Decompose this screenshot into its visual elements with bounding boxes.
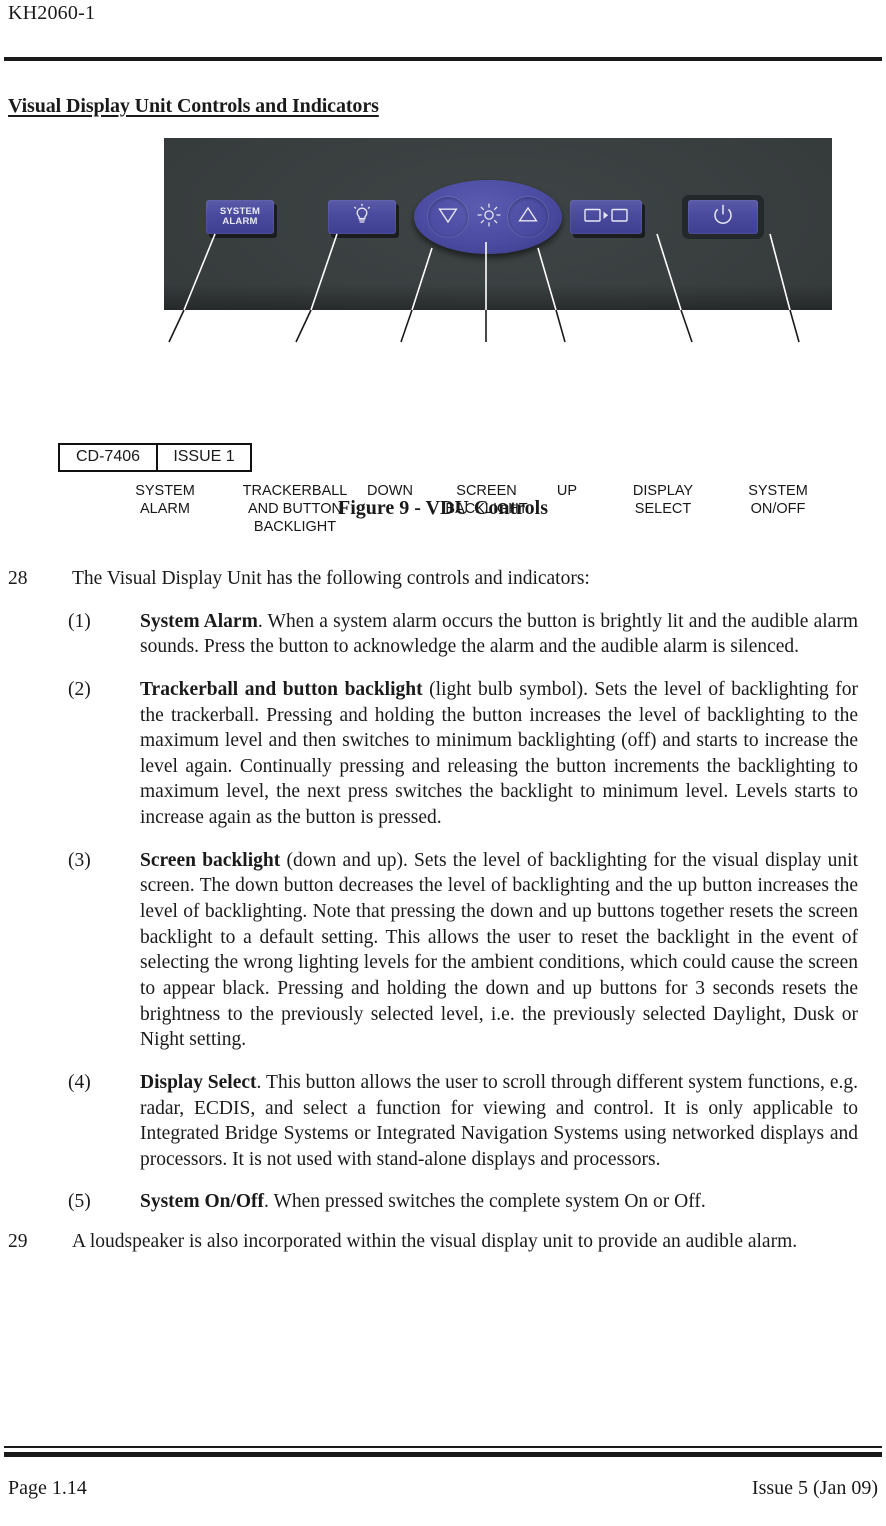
document-page: KH2060-1 Visual Display Unit Controls an… <box>0 0 886 1526</box>
paragraph-28-text: The Visual Display Unit has the followin… <box>72 568 590 589</box>
list-item-1-text: System Alarm. When a system alarm occurs… <box>140 609 886 660</box>
list-item-5-body: . When pressed switches the complete sys… <box>264 1191 706 1213</box>
drawing-reference-box: CD-7406 ISSUE 1 <box>58 443 252 472</box>
system-alarm-label-line2: ALARM <box>222 216 258 227</box>
list-item-1: (1) System Alarm. When a system alarm oc… <box>0 609 886 660</box>
document-reference: KH2060-1 <box>8 2 96 24</box>
paragraph-28: 28 The Visual Display Unit has the follo… <box>0 566 886 592</box>
list-item-2-term: Trackerball and button backlight <box>140 678 423 700</box>
list-item-5-term: System On/Off <box>140 1191 265 1213</box>
light-bulb-icon <box>352 203 372 232</box>
list-item-5: (5) System On/Off. When pressed switches… <box>0 1189 886 1215</box>
footer-page-number: Page 1.14 <box>8 1477 87 1499</box>
list-item-3-body: (down and up). Sets the level of backlig… <box>140 849 858 1051</box>
display-select-icon <box>583 205 629 230</box>
screen-backlight-down-button[interactable] <box>428 197 468 237</box>
paragraph-29: 29 A loudspeaker is also incorporated wi… <box>0 1229 886 1255</box>
paragraph-29-number: 29 <box>8 1231 28 1253</box>
list-item-4: (4) Display Select. This button allows t… <box>0 1070 886 1173</box>
footer-rule-thick <box>4 1452 882 1457</box>
list-item-2-text: Trackerball and button backlight (light … <box>140 677 886 831</box>
list-item-5-number: (5) <box>68 1191 91 1213</box>
figure-9: SYSTEM ALARM SYSTEM ALARM TRACKERBALL AN… <box>0 138 886 535</box>
figure-caption: Figure 9 - VDU Controls <box>338 497 548 519</box>
list-item-3-term: Screen backlight <box>140 849 281 871</box>
list-item-4-text: Display Select. This button allows the u… <box>140 1070 886 1173</box>
trackerball-backlight-button[interactable] <box>328 200 396 234</box>
sun-brightness-icon <box>476 202 502 228</box>
section-heading: Visual Display Unit Controls and Indicat… <box>8 95 379 117</box>
footer-rule-thin <box>4 1446 882 1448</box>
footer-issue: Issue 5 (Jan 09) <box>751 1477 878 1499</box>
paragraph-28-number: 28 <box>8 568 28 589</box>
down-triangle-icon <box>437 205 459 230</box>
paragraph-29-text: A loudspeaker is also incorporated withi… <box>72 1231 798 1253</box>
list-item-5-text: System On/Off. When pressed switches the… <box>140 1189 886 1215</box>
list-item-2-number: (2) <box>68 678 91 700</box>
power-icon <box>712 203 734 232</box>
system-on-off-button[interactable] <box>688 200 758 234</box>
list-item-2: (2) Trackerball and button backlight (li… <box>0 677 886 831</box>
drawing-number: CD-7406 <box>60 445 158 470</box>
list-item-4-number: (4) <box>68 1071 91 1093</box>
list-item-3-text: Screen backlight (down and up). Sets the… <box>140 848 886 1053</box>
system-alarm-button[interactable]: SYSTEM ALARM <box>206 200 274 234</box>
body-content: 28 The Visual Display Unit has the follo… <box>0 566 886 1272</box>
display-select-button[interactable] <box>570 200 642 234</box>
vdu-control-panel-photo: SYSTEM ALARM <box>164 138 832 310</box>
list-item-3-number: (3) <box>68 849 91 871</box>
screen-backlight-up-button[interactable] <box>508 197 548 237</box>
screen-backlight-oval <box>414 180 562 254</box>
list-item-3: (3) Screen backlight (down and up). Sets… <box>0 848 886 1053</box>
up-triangle-icon <box>517 205 539 230</box>
list-item-1-number: (1) <box>68 610 91 632</box>
header-rule <box>4 57 882 61</box>
list-item-1-term: System Alarm <box>140 610 258 632</box>
drawing-issue: ISSUE 1 <box>173 448 235 465</box>
list-item-2-body: (light bulb symbol). Sets the level of b… <box>140 678 858 829</box>
list-item-4-term: Display Select <box>140 1071 257 1093</box>
